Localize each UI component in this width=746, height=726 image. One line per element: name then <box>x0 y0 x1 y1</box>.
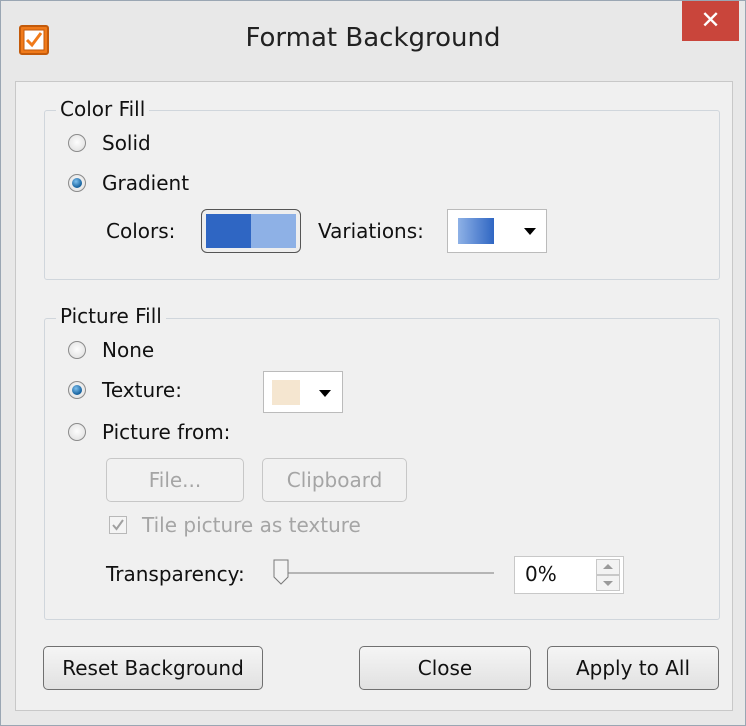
tile-label: Tile picture as texture <box>142 513 361 537</box>
none-radio-row[interactable]: None <box>68 337 154 363</box>
color-two-swatch <box>251 214 296 248</box>
clipboard-button[interactable]: Clipboard <box>262 458 407 502</box>
solid-label: Solid <box>102 131 151 155</box>
file-button[interactable]: File... <box>106 458 244 502</box>
texture-radio-row[interactable]: Texture: <box>68 377 182 403</box>
gradient-radio-row[interactable]: Gradient <box>68 170 189 196</box>
transparency-slider-track[interactable] <box>280 572 494 574</box>
transparency-label: Transparency: <box>106 562 245 586</box>
tile-checkbox[interactable] <box>109 516 127 534</box>
variations-dropdown[interactable] <box>447 209 547 253</box>
color-fill-title: Color Fill <box>56 97 150 121</box>
picture-from-label: Picture from: <box>102 420 231 444</box>
solid-radio[interactable] <box>68 134 86 152</box>
transparency-value: 0% <box>525 562 557 586</box>
apply-to-all-button[interactable]: Apply to All <box>547 646 719 690</box>
transparency-slider-thumb[interactable] <box>273 559 289 585</box>
format-background-dialog: Format Background ✕ Color Fill Solid Gra… <box>0 0 746 726</box>
arrow-up-icon <box>603 564 613 569</box>
color-one-swatch <box>206 214 251 248</box>
picture-from-radio-row[interactable]: Picture from: <box>68 419 230 445</box>
picture-from-radio[interactable] <box>68 423 86 441</box>
texture-label: Texture: <box>102 378 182 402</box>
spin-down-button[interactable] <box>596 575 620 591</box>
texture-radio[interactable] <box>68 381 86 399</box>
chevron-down-icon <box>524 228 536 235</box>
solid-radio-row[interactable]: Solid <box>68 130 151 156</box>
transparency-spinbox[interactable]: 0% <box>514 556 624 594</box>
variations-swatch <box>458 218 494 244</box>
close-button[interactable]: Close <box>359 646 531 690</box>
texture-swatch <box>272 380 300 405</box>
chevron-down-icon <box>319 390 331 397</box>
picture-fill-title: Picture Fill <box>56 304 166 328</box>
colors-label: Colors: <box>106 219 176 243</box>
checkmark-icon <box>112 519 124 531</box>
spin-up-button[interactable] <box>596 559 620 575</box>
arrow-down-icon <box>603 581 613 586</box>
none-radio[interactable] <box>68 341 86 359</box>
none-label: None <box>102 338 155 362</box>
close-icon[interactable]: ✕ <box>682 1 739 41</box>
window-title: Format Background <box>245 23 501 53</box>
reset-background-button[interactable]: Reset Background <box>43 646 263 690</box>
gradient-radio[interactable] <box>68 174 86 192</box>
dialog-body: Color Fill Solid Gradient Colors: Variat… <box>15 81 733 711</box>
variations-label: Variations: <box>318 219 424 243</box>
gradient-label: Gradient <box>102 171 190 195</box>
title-bar: Format Background ✕ <box>1 1 745 79</box>
texture-dropdown[interactable] <box>263 371 343 413</box>
colors-button[interactable] <box>201 209 301 253</box>
